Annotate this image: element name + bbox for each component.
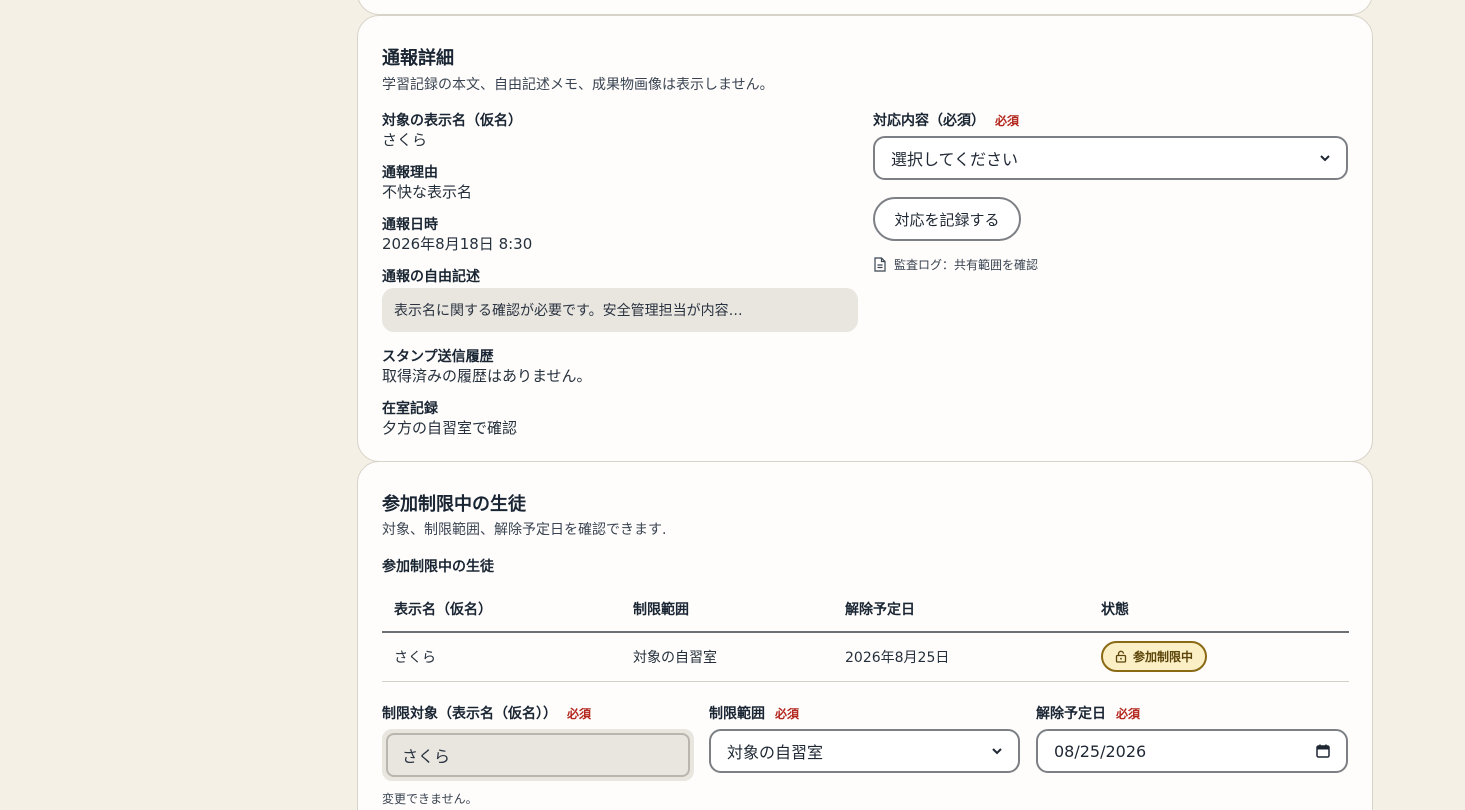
target-field-value: さくら (386, 733, 690, 777)
chevron-down-icon (1320, 155, 1330, 162)
release-label-row: 解除予定日 必須 (1036, 703, 1140, 723)
scope-label: 制限範囲 (709, 706, 765, 722)
required-tag: 必須 (995, 114, 1020, 128)
stamp-history-label: スタンプ送信履歴 (382, 349, 494, 365)
action-select-value: 選択してください (891, 150, 1019, 169)
column-header-name: 表示名（仮名） (382, 587, 621, 633)
row-scope: 対象の自習室 (621, 632, 833, 682)
reason-label: 通報理由 (382, 165, 438, 181)
action-label: 対応内容（必須） (873, 113, 985, 129)
document-icon (874, 257, 886, 272)
datetime-value: 2026年8月18日 8:30 (382, 235, 533, 253)
report-detail-card: 通報詳細 学習記録の本文、自由記述メモ、成果物画像は表示しません。 対象の表示名… (357, 15, 1373, 462)
release-label: 解除予定日 (1036, 706, 1106, 722)
status-badge: 参加制限中 (1101, 641, 1208, 673)
record-action-button[interactable]: 対応を記録する (873, 197, 1021, 241)
status-badge-text: 参加制限中 (1133, 650, 1194, 665)
table-caption: 参加制限中の生徒 (382, 559, 494, 575)
action-select[interactable]: 選択してください (873, 136, 1348, 180)
column-header-release: 解除予定日 (833, 587, 1089, 633)
scope-select-value: 対象の自習室 (727, 743, 824, 762)
required-tag: 必須 (567, 707, 592, 721)
row-release: 2026年8月25日 (833, 632, 1089, 682)
restrictions-card: 参加制限中の生徒 対象、制限範囲、解除予定日を確認できます. 参加制限中の生徒 … (357, 461, 1373, 810)
required-tag: 必須 (1116, 707, 1141, 721)
column-header-scope: 制限範囲 (621, 587, 833, 633)
report-subtitle: 学習記録の本文、自由記述メモ、成果物画像は表示しません。 (382, 77, 774, 93)
required-tag: 必須 (775, 707, 800, 721)
table-row: さくら 対象の自習室 2026年8月25日 参加制限中 (382, 632, 1349, 682)
scope-select[interactable]: 対象の自習室 (709, 729, 1020, 773)
attendance-value: 夕方の自習室で確認 (382, 419, 518, 437)
previous-card (357, 0, 1373, 15)
target-note: 変更できません。 (382, 792, 478, 806)
reason-value: 不快な表示名 (382, 183, 473, 201)
calendar-icon[interactable] (1316, 744, 1330, 758)
target-label-row: 制限対象（表示名（仮名）） 必須 (382, 703, 591, 723)
audit-log-link[interactable]: 監査ログ：共有範囲を確認 (874, 256, 1038, 273)
chevron-down-icon (992, 748, 1002, 755)
table-header-row: 表示名（仮名） 制限範囲 解除予定日 状態 (382, 587, 1349, 633)
action-label-row: 対応内容（必須） 必須 (873, 110, 1019, 130)
restrictions-subtitle: 対象、制限範囲、解除予定日を確認できます. (382, 522, 667, 538)
target-field: さくら (382, 729, 694, 781)
release-date-value: 08/25/2026 (1054, 741, 1147, 761)
free-text-label: 通報の自由記述 (382, 269, 480, 285)
free-text-memo: 表示名に関する確認が必要です。安全管理担当が内容… (382, 288, 858, 332)
column-header-status: 状態 (1089, 587, 1349, 633)
restrictions-table: 表示名（仮名） 制限範囲 解除予定日 状態 さくら 対象の自習室 2026年8月… (382, 587, 1349, 682)
row-status: 参加制限中 (1089, 632, 1349, 682)
stamp-history-value: 取得済みの履歴はありません。 (382, 367, 592, 385)
display-name-label: 対象の表示名（仮名） (382, 113, 522, 129)
datetime-label: 通報日時 (382, 217, 438, 233)
scope-label-row: 制限範囲 必須 (709, 703, 799, 723)
attendance-label: 在室記録 (382, 401, 438, 417)
lock-icon (1115, 650, 1127, 663)
row-name: さくら (382, 632, 621, 682)
audit-log-text: 監査ログ：共有範囲を確認 (894, 258, 1039, 272)
restrictions-title: 参加制限中の生徒 (382, 494, 526, 515)
target-label: 制限対象（表示名（仮名）） (382, 706, 557, 722)
display-name-value: さくら (382, 131, 428, 149)
release-date-input[interactable]: 08/25/2026 (1036, 729, 1348, 773)
report-title: 通報詳細 (382, 48, 454, 69)
